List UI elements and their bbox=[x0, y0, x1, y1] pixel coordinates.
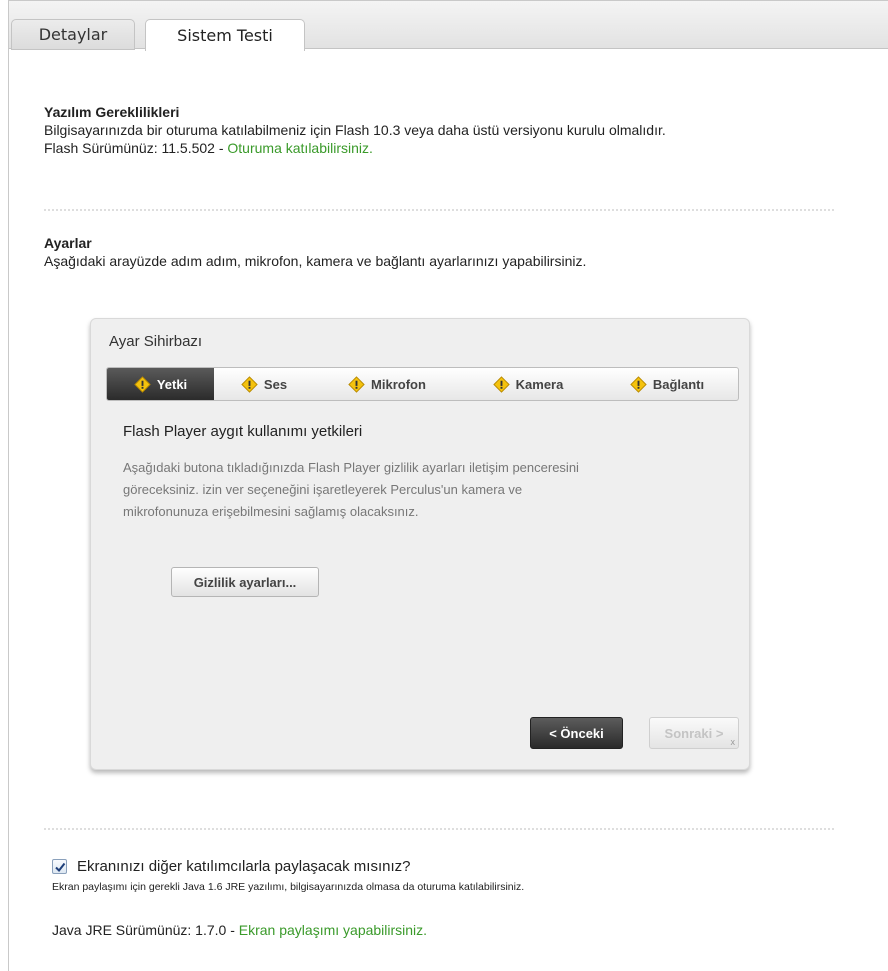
share-screen-row: Ekranınızı diğer katılımcılarla paylaşac… bbox=[52, 858, 410, 875]
share-screen-checkbox[interactable] bbox=[52, 859, 67, 874]
divider bbox=[44, 209, 834, 211]
step-camera[interactable]: Kamera bbox=[460, 368, 596, 400]
java-status: Ekran paylaşımı yapabilirsiniz. bbox=[238, 922, 428, 938]
panel-title: Flash Player aygıt kullanımı yetkileri bbox=[123, 423, 363, 440]
privacy-settings-button[interactable]: Gizlilik ayarları... bbox=[171, 567, 319, 597]
checkmark-icon bbox=[54, 862, 65, 872]
step-label: Yetki bbox=[156, 376, 188, 392]
tab-details[interactable]: Detaylar bbox=[11, 19, 135, 50]
flash-status: Oturuma katılabilirsiniz. bbox=[227, 140, 373, 156]
step-label: Bağlantı bbox=[652, 376, 705, 392]
software-description: Bilgisayarınızda bir oturuma katılabilme… bbox=[44, 122, 666, 138]
java-version-line: Java JRE Sürümünüz: 1.7.0 - Ekran paylaş… bbox=[52, 922, 427, 938]
wizard-title: Ayar Sihirbazı bbox=[109, 333, 203, 350]
warning-icon bbox=[492, 375, 510, 393]
step-microphone[interactable]: Mikrofon bbox=[314, 368, 460, 400]
warning-icon bbox=[241, 375, 258, 393]
divider bbox=[44, 828, 834, 830]
step-label: Kamera bbox=[515, 376, 564, 392]
settings-section: Ayarlar Aşağıdaki arayüzde adım adım, mi… bbox=[44, 234, 824, 270]
panel-description: Aşağıdaki butona tıkladığınızda Flash Pl… bbox=[123, 460, 579, 519]
next-button: Sonraki > x bbox=[649, 717, 739, 749]
warning-icon bbox=[134, 375, 151, 393]
share-screen-question: Ekranınızı diğer katılımcılarla paylaşac… bbox=[77, 858, 411, 875]
warning-icon bbox=[348, 375, 365, 393]
software-requirements: Yazılım Gereklilikleri Bilgisayarınızda … bbox=[44, 103, 824, 157]
flash-version-line: Flash Sürümünüz: 11.5.502 - Oturuma katı… bbox=[44, 139, 824, 157]
step-sound[interactable]: Ses bbox=[214, 368, 314, 400]
step-label: Ses bbox=[263, 376, 288, 392]
warning-icon bbox=[630, 375, 647, 393]
flash-version-label: Flash Sürümünüz: 11.5.502 - bbox=[44, 140, 228, 156]
wizard-steps: Yetki Ses Mikrofon Kamera Bağlantı bbox=[106, 367, 739, 401]
step-label: Mikrofon bbox=[371, 376, 426, 392]
share-screen-note: Ekran paylaşımı için gerekli Java 1.6 JR… bbox=[52, 881, 525, 893]
tab-bar: Detaylar Sistem Testi bbox=[9, 1, 888, 51]
settings-heading: Ayarlar bbox=[44, 235, 92, 251]
java-version-label: Java JRE Sürümünüz: 1.7.0 - bbox=[52, 922, 239, 938]
step-connection[interactable]: Bağlantı bbox=[596, 368, 738, 400]
step-permission[interactable]: Yetki bbox=[107, 368, 214, 400]
next-button-corner-mark: x bbox=[730, 737, 736, 747]
settings-description: Aşağıdaki arayüzde adım adım, mikrofon, … bbox=[44, 253, 587, 269]
settings-wizard: Ayar Sihirbazı Yetki Ses Mikrofon Kamera… bbox=[90, 318, 750, 770]
next-button-label: Sonraki > bbox=[664, 725, 724, 741]
tab-system-test[interactable]: Sistem Testi bbox=[145, 19, 305, 51]
previous-button[interactable]: < Önceki bbox=[530, 717, 623, 749]
software-heading: Yazılım Gereklilikleri bbox=[44, 104, 180, 120]
